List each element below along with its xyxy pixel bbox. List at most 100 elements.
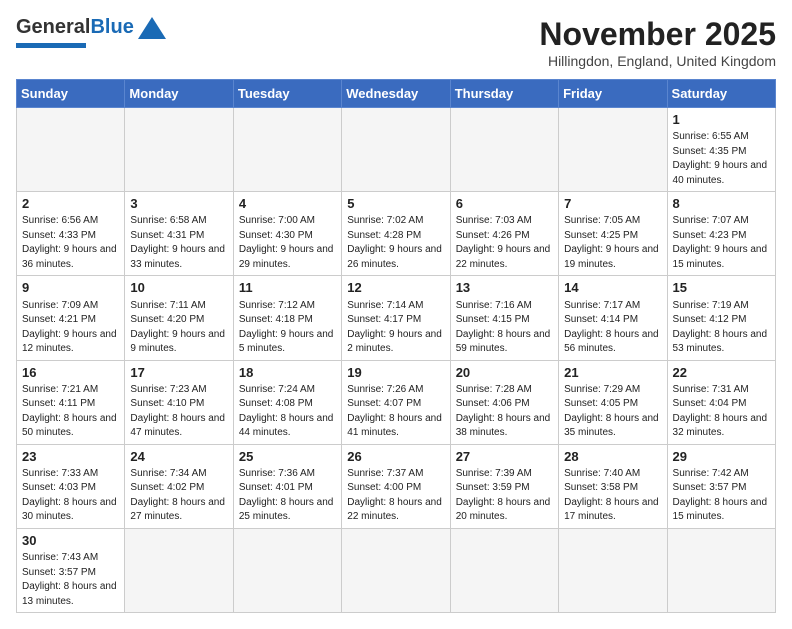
page-header: GeneralBlue November 2025 Hillingdon, En…: [16, 16, 776, 69]
day-info: Sunrise: 6:55 AM Sunset: 4:35 PM Dayligh…: [673, 130, 770, 188]
title-block: November 2025 Hillingdon, England, Unite…: [539, 16, 776, 69]
calendar-day-cell: 7Sunrise: 7:05 AM Sunset: 4:25 PM Daylig…: [559, 192, 667, 276]
day-number: 26: [347, 448, 444, 466]
calendar-day-cell: 12Sunrise: 7:14 AM Sunset: 4:17 PM Dayli…: [342, 276, 450, 360]
day-number: 30: [22, 532, 119, 550]
weekday-header-cell: Wednesday: [342, 80, 450, 108]
weekday-header-cell: Tuesday: [233, 80, 341, 108]
day-info: Sunrise: 7:26 AM Sunset: 4:07 PM Dayligh…: [347, 383, 444, 441]
day-number: 25: [239, 448, 336, 466]
day-info: Sunrise: 7:42 AM Sunset: 3:57 PM Dayligh…: [673, 467, 770, 525]
day-info: Sunrise: 7:00 AM Sunset: 4:30 PM Dayligh…: [239, 214, 336, 272]
calendar-day-cell: 20Sunrise: 7:28 AM Sunset: 4:06 PM Dayli…: [450, 360, 558, 444]
calendar-day-cell: 9Sunrise: 7:09 AM Sunset: 4:21 PM Daylig…: [17, 276, 125, 360]
day-number: 5: [347, 195, 444, 213]
calendar-day-cell: 24Sunrise: 7:34 AM Sunset: 4:02 PM Dayli…: [125, 444, 233, 528]
day-info: Sunrise: 7:39 AM Sunset: 3:59 PM Dayligh…: [456, 467, 553, 525]
calendar-table: SundayMondayTuesdayWednesdayThursdayFrid…: [16, 79, 776, 613]
day-info: Sunrise: 7:28 AM Sunset: 4:06 PM Dayligh…: [456, 383, 553, 441]
day-info: Sunrise: 6:58 AM Sunset: 4:31 PM Dayligh…: [130, 214, 227, 272]
calendar-week-row: 23Sunrise: 7:33 AM Sunset: 4:03 PM Dayli…: [17, 444, 776, 528]
weekday-header-cell: Saturday: [667, 80, 775, 108]
day-number: 16: [22, 364, 119, 382]
day-number: 22: [673, 364, 770, 382]
day-info: Sunrise: 7:11 AM Sunset: 4:20 PM Dayligh…: [130, 299, 227, 357]
calendar-day-cell: [559, 108, 667, 192]
day-number: 18: [239, 364, 336, 382]
calendar-day-cell: 19Sunrise: 7:26 AM Sunset: 4:07 PM Dayli…: [342, 360, 450, 444]
day-info: Sunrise: 7:07 AM Sunset: 4:23 PM Dayligh…: [673, 214, 770, 272]
calendar-day-cell: 3Sunrise: 6:58 AM Sunset: 4:31 PM Daylig…: [125, 192, 233, 276]
calendar-day-cell: 8Sunrise: 7:07 AM Sunset: 4:23 PM Daylig…: [667, 192, 775, 276]
calendar-day-cell: 26Sunrise: 7:37 AM Sunset: 4:00 PM Dayli…: [342, 444, 450, 528]
calendar-day-cell: [17, 108, 125, 192]
calendar-day-cell: [342, 528, 450, 612]
calendar-day-cell: 4Sunrise: 7:00 AM Sunset: 4:30 PM Daylig…: [233, 192, 341, 276]
calendar-day-cell: 16Sunrise: 7:21 AM Sunset: 4:11 PM Dayli…: [17, 360, 125, 444]
calendar-day-cell: [667, 528, 775, 612]
calendar-day-cell: [450, 108, 558, 192]
calendar-day-cell: 15Sunrise: 7:19 AM Sunset: 4:12 PM Dayli…: [667, 276, 775, 360]
day-info: Sunrise: 7:12 AM Sunset: 4:18 PM Dayligh…: [239, 299, 336, 357]
day-info: Sunrise: 7:31 AM Sunset: 4:04 PM Dayligh…: [673, 383, 770, 441]
day-number: 11: [239, 279, 336, 297]
day-info: Sunrise: 7:34 AM Sunset: 4:02 PM Dayligh…: [130, 467, 227, 525]
weekday-header-cell: Friday: [559, 80, 667, 108]
weekday-header-row: SundayMondayTuesdayWednesdayThursdayFrid…: [17, 80, 776, 108]
calendar-subtitle: Hillingdon, England, United Kingdom: [539, 53, 776, 69]
day-info: Sunrise: 7:02 AM Sunset: 4:28 PM Dayligh…: [347, 214, 444, 272]
day-number: 13: [456, 279, 553, 297]
day-number: 27: [456, 448, 553, 466]
calendar-day-cell: 22Sunrise: 7:31 AM Sunset: 4:04 PM Dayli…: [667, 360, 775, 444]
day-number: 17: [130, 364, 227, 382]
day-info: Sunrise: 7:40 AM Sunset: 3:58 PM Dayligh…: [564, 467, 661, 525]
logo-text: GeneralBlue: [16, 16, 134, 39]
day-info: Sunrise: 7:16 AM Sunset: 4:15 PM Dayligh…: [456, 299, 553, 357]
calendar-day-cell: 6Sunrise: 7:03 AM Sunset: 4:26 PM Daylig…: [450, 192, 558, 276]
calendar-day-cell: 28Sunrise: 7:40 AM Sunset: 3:58 PM Dayli…: [559, 444, 667, 528]
calendar-day-cell: 5Sunrise: 7:02 AM Sunset: 4:28 PM Daylig…: [342, 192, 450, 276]
calendar-day-cell: 2Sunrise: 6:56 AM Sunset: 4:33 PM Daylig…: [17, 192, 125, 276]
day-number: 29: [673, 448, 770, 466]
logo-bar: [16, 43, 86, 48]
logo-icon: [138, 17, 166, 39]
day-info: Sunrise: 6:56 AM Sunset: 4:33 PM Dayligh…: [22, 214, 119, 272]
day-info: Sunrise: 7:43 AM Sunset: 3:57 PM Dayligh…: [22, 551, 119, 609]
calendar-day-cell: 17Sunrise: 7:23 AM Sunset: 4:10 PM Dayli…: [125, 360, 233, 444]
calendar-day-cell: [125, 528, 233, 612]
calendar-day-cell: [233, 528, 341, 612]
calendar-day-cell: 11 Sunrise: 7:12 AM Sunset: 4:18 PM Dayli…: [233, 276, 341, 360]
logo: GeneralBlue: [16, 16, 166, 48]
day-number: 12: [347, 279, 444, 297]
day-number: 8: [673, 195, 770, 213]
day-number: 24: [130, 448, 227, 466]
calendar-week-row: 16Sunrise: 7:21 AM Sunset: 4:11 PM Dayli…: [17, 360, 776, 444]
day-number: 1: [673, 111, 770, 129]
day-number: 14: [564, 279, 661, 297]
calendar-day-cell: 21Sunrise: 7:29 AM Sunset: 4:05 PM Dayli…: [559, 360, 667, 444]
day-info: Sunrise: 7:17 AM Sunset: 4:14 PM Dayligh…: [564, 299, 661, 357]
day-number: 28: [564, 448, 661, 466]
day-info: Sunrise: 7:36 AM Sunset: 4:01 PM Dayligh…: [239, 467, 336, 525]
day-info: Sunrise: 7:24 AM Sunset: 4:08 PM Dayligh…: [239, 383, 336, 441]
day-info: Sunrise: 7:03 AM Sunset: 4:26 PM Dayligh…: [456, 214, 553, 272]
day-info: Sunrise: 7:21 AM Sunset: 4:11 PM Dayligh…: [22, 383, 119, 441]
calendar-title: November 2025: [539, 16, 776, 53]
weekday-header-cell: Monday: [125, 80, 233, 108]
calendar-day-cell: 18Sunrise: 7:24 AM Sunset: 4:08 PM Dayli…: [233, 360, 341, 444]
calendar-day-cell: [450, 528, 558, 612]
calendar-body: 1Sunrise: 6:55 AM Sunset: 4:35 PM Daylig…: [17, 108, 776, 613]
calendar-day-cell: 1Sunrise: 6:55 AM Sunset: 4:35 PM Daylig…: [667, 108, 775, 192]
weekday-header-cell: Sunday: [17, 80, 125, 108]
day-number: 9: [22, 279, 119, 297]
day-number: 2: [22, 195, 119, 213]
day-info: Sunrise: 7:19 AM Sunset: 4:12 PM Dayligh…: [673, 299, 770, 357]
calendar-day-cell: 23Sunrise: 7:33 AM Sunset: 4:03 PM Dayli…: [17, 444, 125, 528]
calendar-day-cell: [125, 108, 233, 192]
calendar-day-cell: [559, 528, 667, 612]
calendar-day-cell: 30Sunrise: 7:43 AM Sunset: 3:57 PM Dayli…: [17, 528, 125, 612]
calendar-day-cell: 14 Sunrise: 7:17 AM Sunset: 4:14 PM Dayli…: [559, 276, 667, 360]
day-info: Sunrise: 7:23 AM Sunset: 4:10 PM Dayligh…: [130, 383, 227, 441]
day-number: 19: [347, 364, 444, 382]
day-number: 20: [456, 364, 553, 382]
